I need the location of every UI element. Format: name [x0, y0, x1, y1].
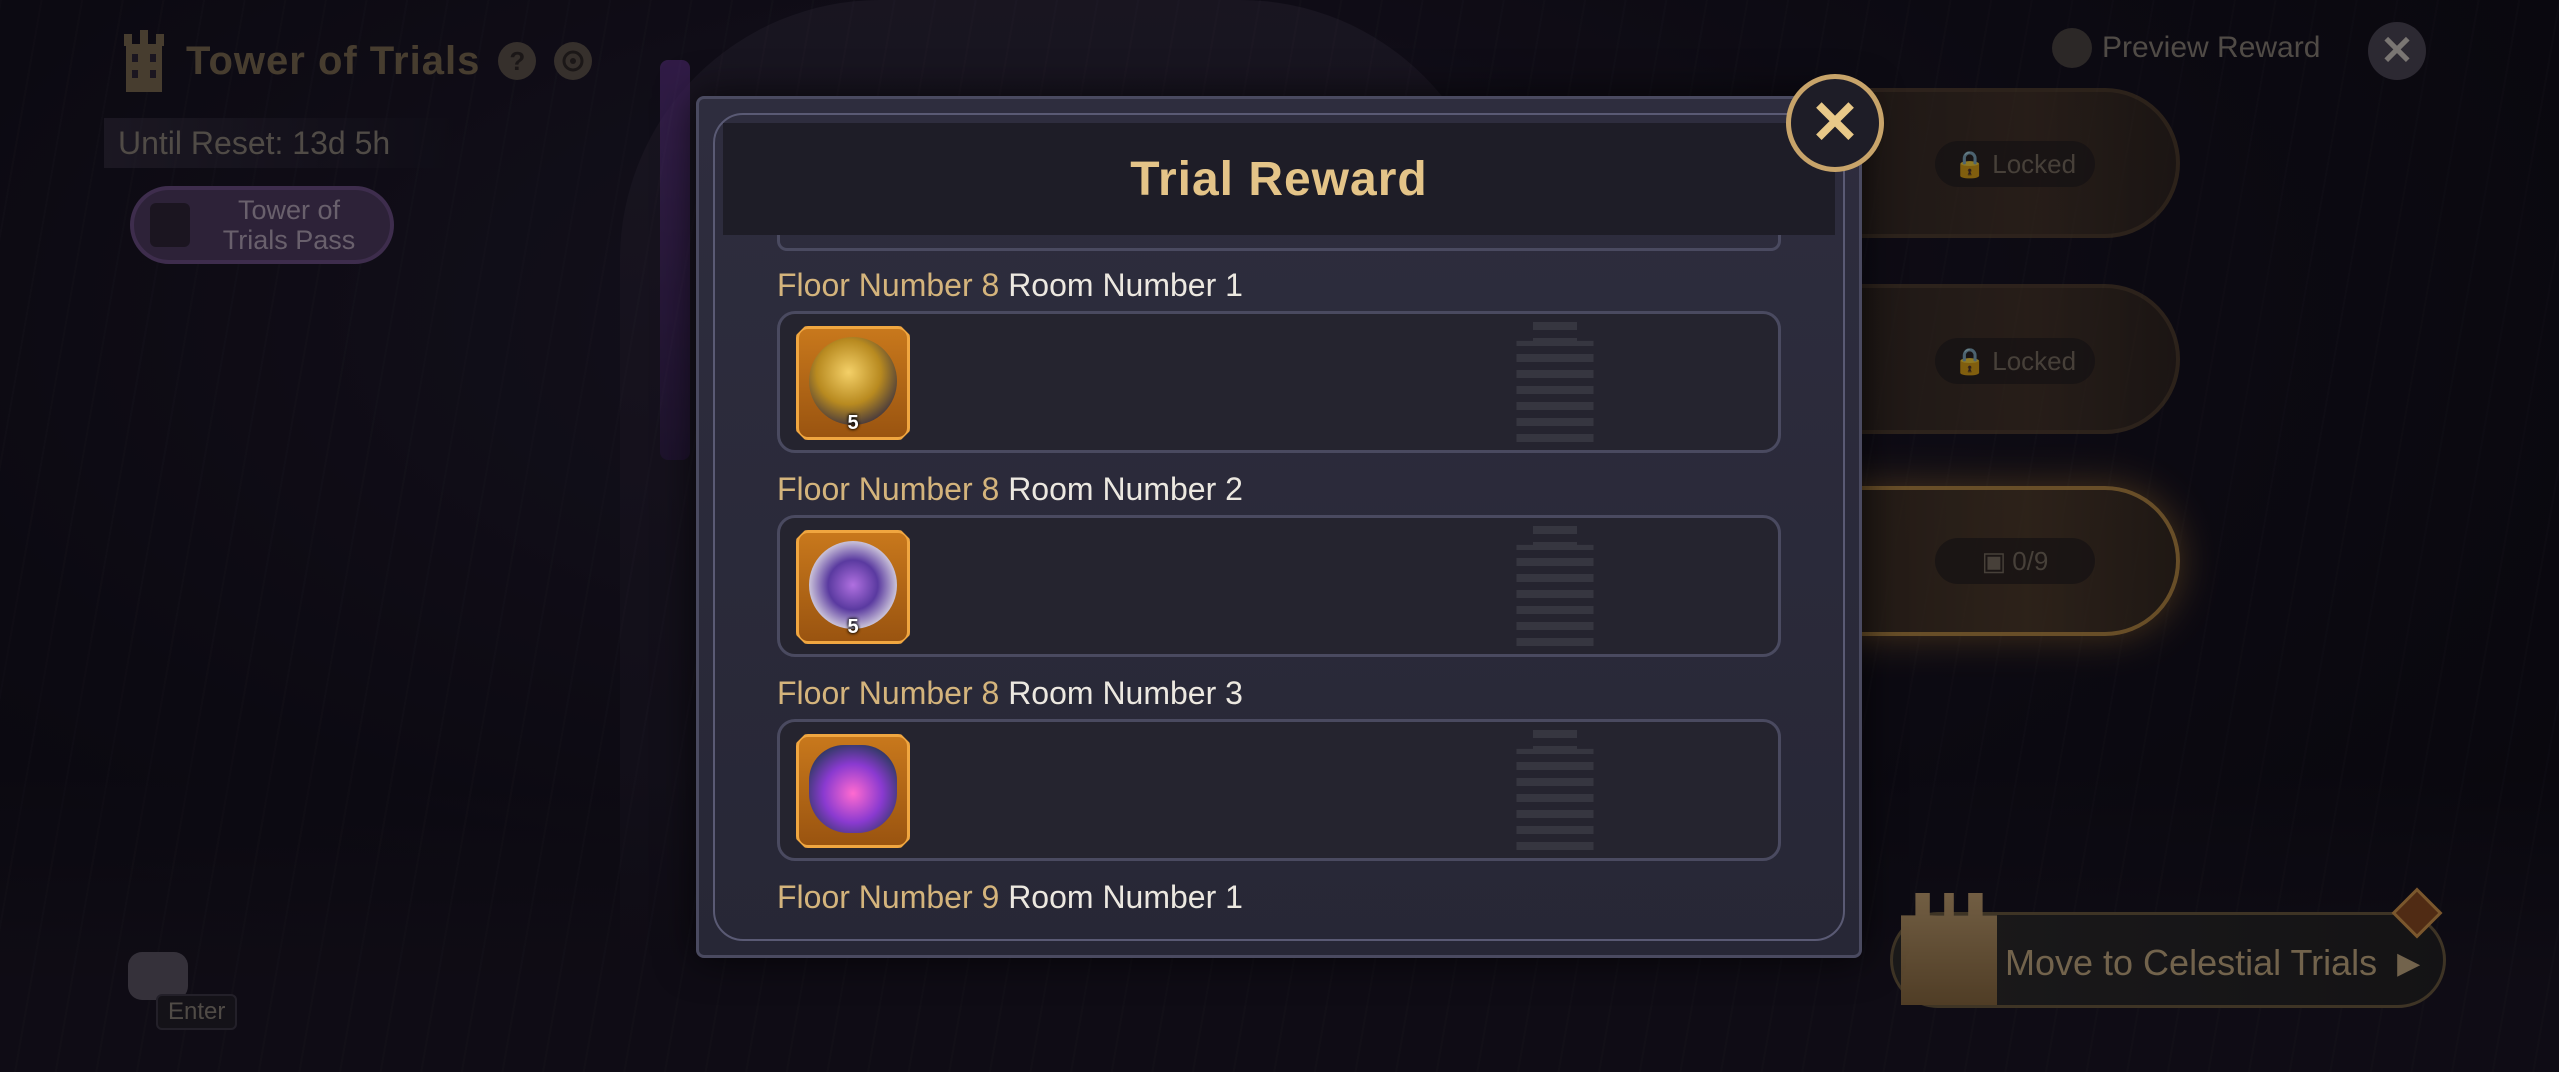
trial-reward-modal: Trial Reward Floor Number 8 Room Number …: [696, 96, 1862, 958]
row-label: Floor Number 8 Room Number 1: [777, 267, 1243, 303]
row-label: Floor Number 9 Room Number 1: [777, 879, 1243, 915]
modal-title: Trial Reward: [1130, 152, 1428, 206]
tower-watermark-icon: [1516, 730, 1594, 856]
reward-item-slot[interactable]: 5: [796, 326, 910, 440]
reward-item-slot[interactable]: 5: [796, 530, 910, 644]
list-item-partial: [777, 235, 1781, 251]
modal-header: Trial Reward: [723, 123, 1835, 235]
row-label: Floor Number 8 Room Number 2: [777, 471, 1243, 507]
item-quantity: 5: [847, 412, 859, 434]
potion-flask-icon: [809, 745, 897, 833]
reward-item-slot[interactable]: [796, 734, 910, 848]
reward-list[interactable]: Floor Number 8 Room Number 1 5 Floor Num…: [723, 235, 1835, 925]
reward-row: [777, 719, 1781, 861]
tower-watermark-icon: [1516, 526, 1594, 652]
modal-close-button[interactable]: ✕: [1786, 74, 1884, 172]
reward-row: 5: [777, 311, 1781, 453]
tower-watermark-icon: [1516, 322, 1594, 448]
reward-row: 5: [777, 515, 1781, 657]
item-quantity: 5: [847, 616, 859, 638]
row-label: Floor Number 8 Room Number 3: [777, 675, 1243, 711]
